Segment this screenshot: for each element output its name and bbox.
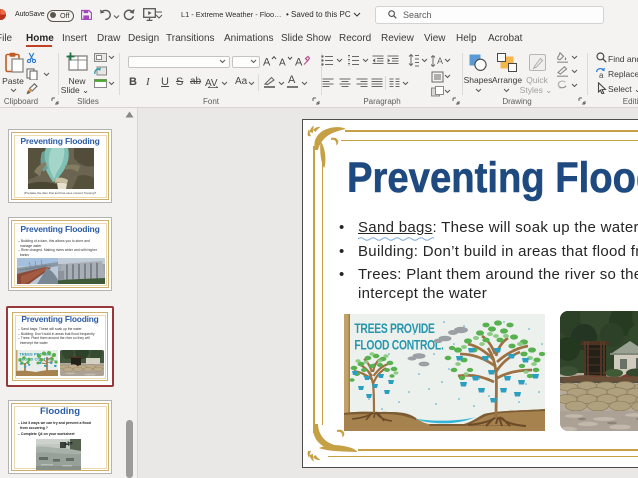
svg-text:a: a [599, 71, 604, 79]
svg-text:A: A [263, 57, 271, 68]
svg-text:A: A [437, 56, 443, 66]
svg-text:A: A [279, 58, 286, 68]
svg-text:FLOOD CONTROL.: FLOOD CONTROL. [354, 337, 443, 353]
svg-text:TREES PROVIDE: TREES PROVIDE [354, 320, 435, 336]
svg-text:AV: AV [205, 78, 218, 88]
svg-text:A: A [295, 57, 303, 69]
